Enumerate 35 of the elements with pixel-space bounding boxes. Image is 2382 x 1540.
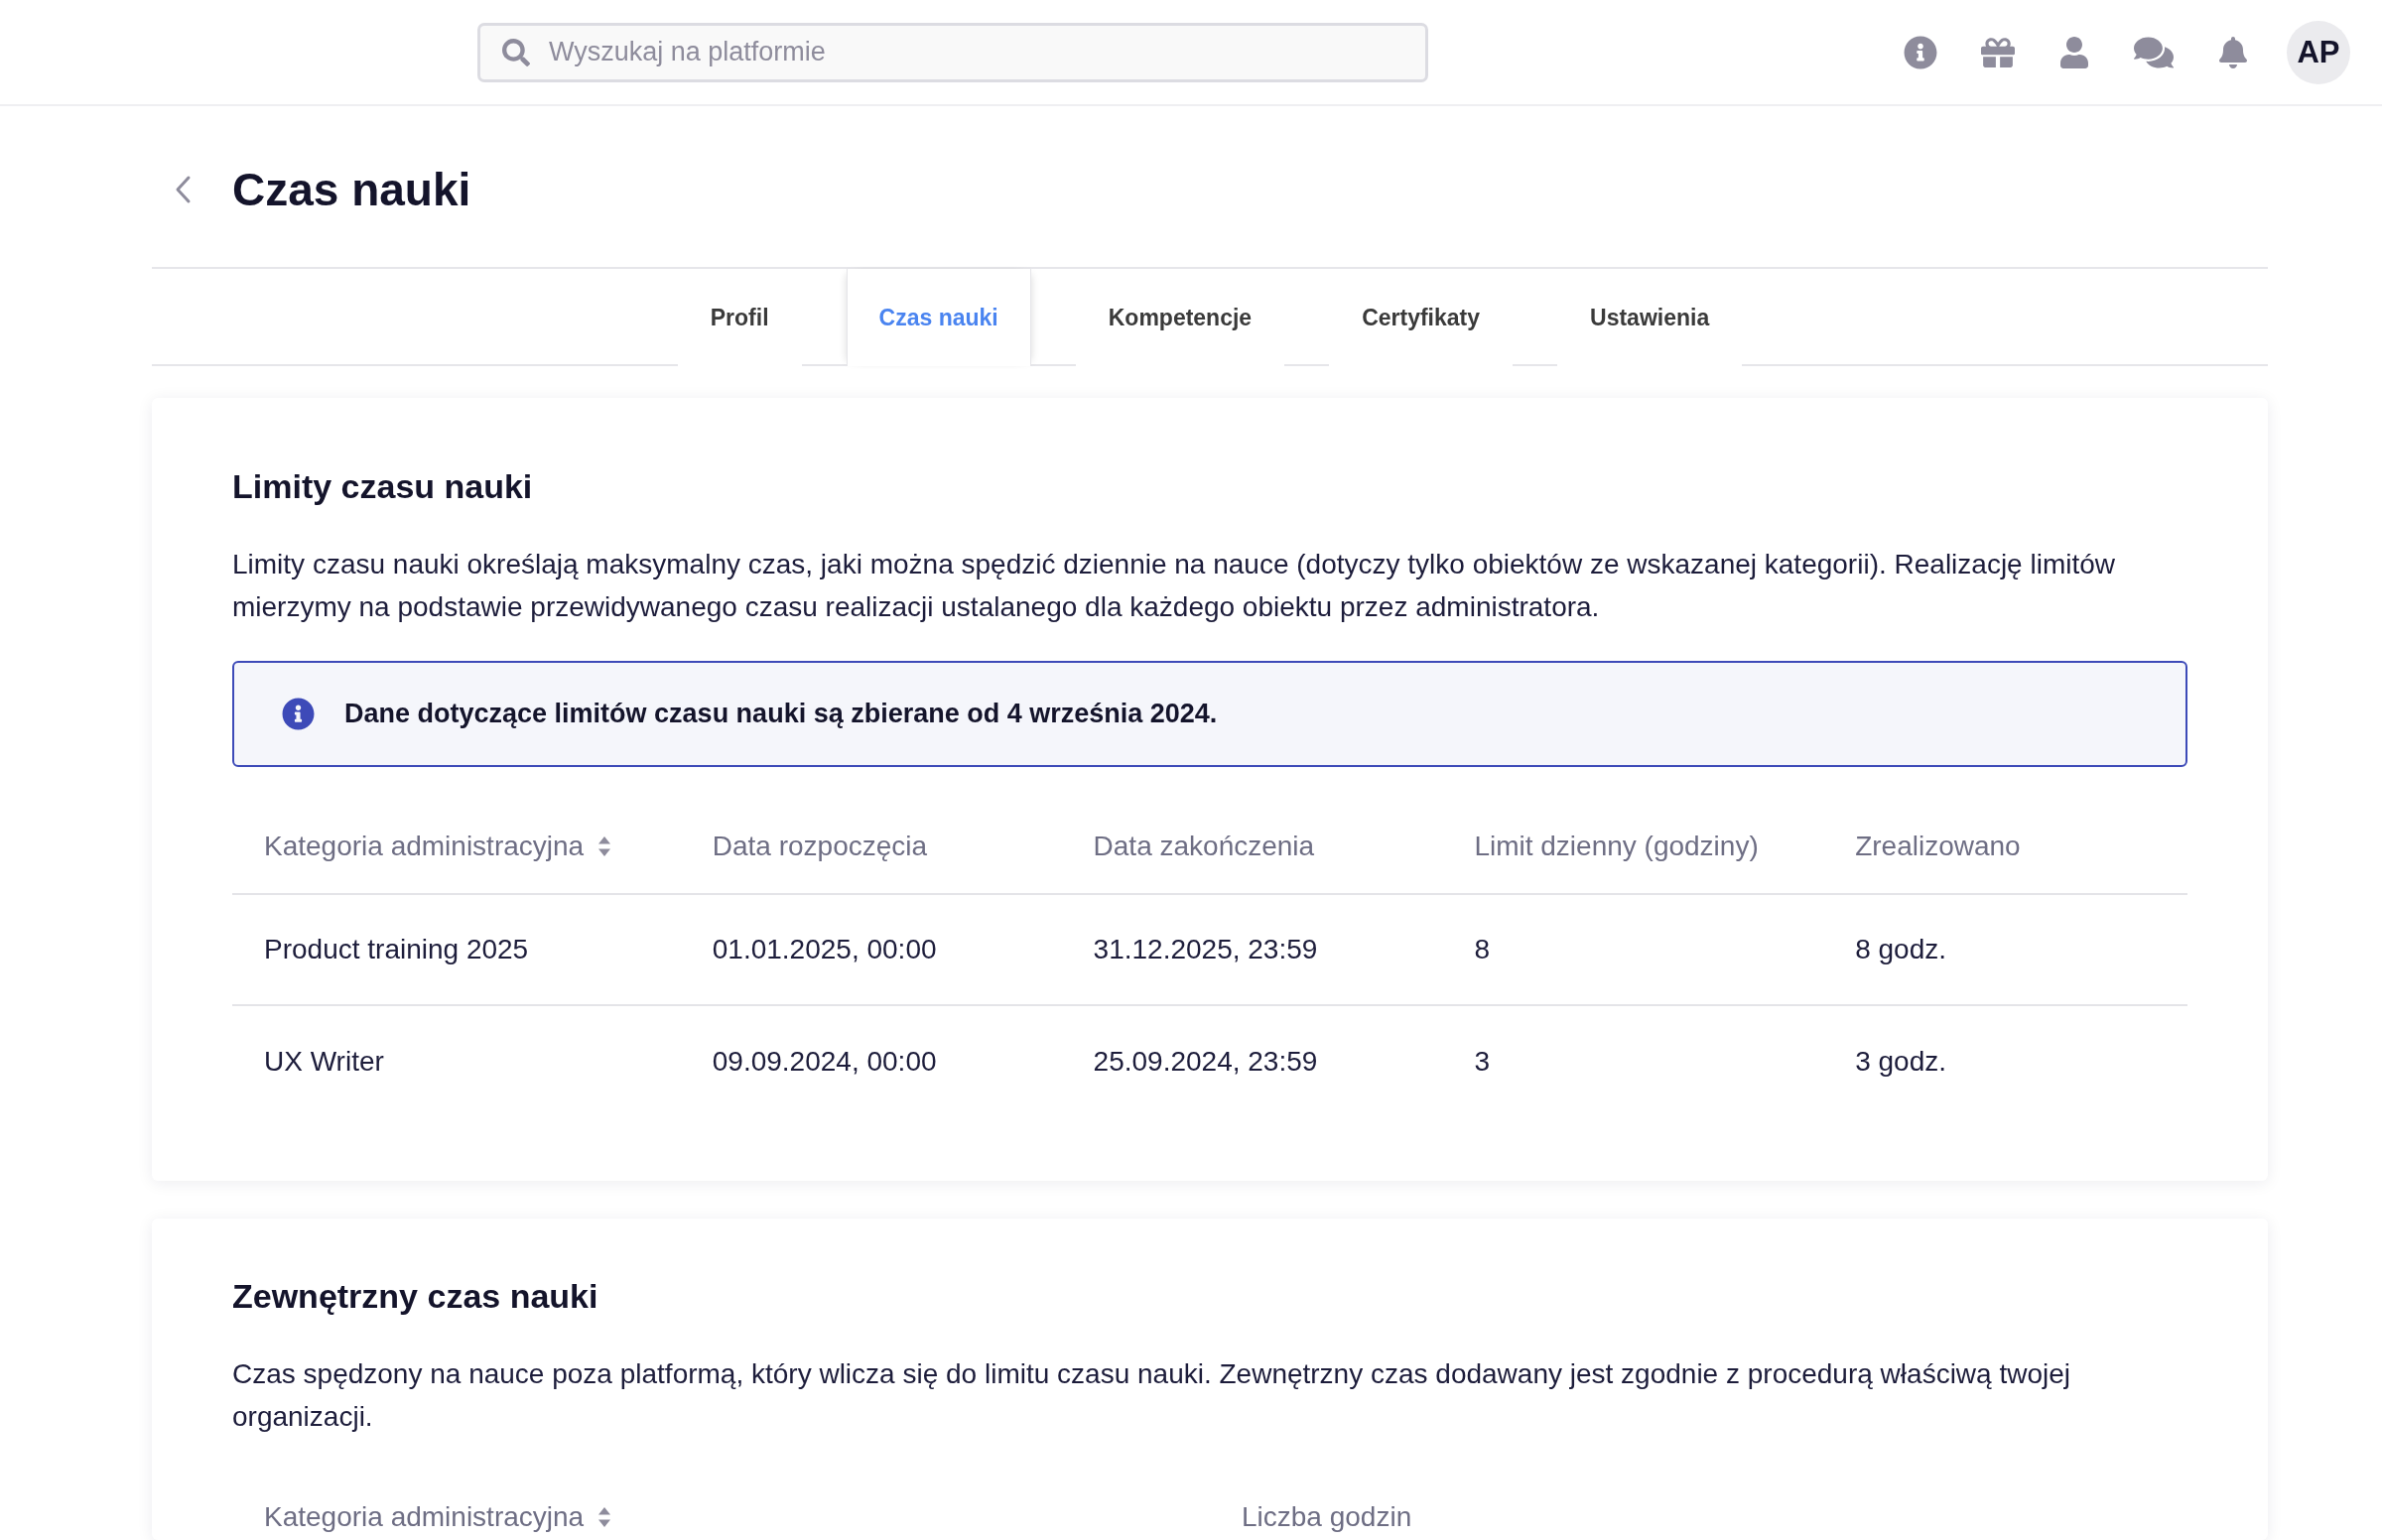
column-header: Data zakończenia xyxy=(1093,830,1315,862)
chevron-left-icon[interactable] xyxy=(174,175,192,204)
search-field[interactable]: Wyszukaj na platformie xyxy=(477,22,1428,82)
section-description: Limity czasu nauki określają maksymalny czas, jaki można spędzić dziennie na nauce (dotyczy tylko obiektów ze wskazanej kategorii). Realizację limitów mierzymy na podstawie przewidywanego czasu realizacji ustalanego dla każdego obiektu przez administratora. xyxy=(232,548,2117,624)
column-header: Kategoria administracyjna xyxy=(264,1500,585,1533)
table-cell: 31.12.2025, 23:59 xyxy=(1093,934,1318,964)
user-icon[interactable] xyxy=(2058,36,2090,68)
sort-icon[interactable] xyxy=(597,834,612,857)
search-icon xyxy=(502,38,530,66)
sort-icon[interactable] xyxy=(597,1505,612,1528)
table-cell: 01.01.2025, 00:00 xyxy=(712,934,937,964)
column-header: Zrealizowano xyxy=(1855,830,2021,862)
table-cell: 09.09.2024, 00:00 xyxy=(712,1046,937,1077)
user-avatar[interactable]: AP xyxy=(2287,20,2350,84)
table-cell: 8 xyxy=(1474,934,1490,964)
column-header: Liczba godzin xyxy=(1242,1500,1412,1533)
table-cell: 25.09.2024, 23:59 xyxy=(1093,1046,1318,1077)
tab[interactable]: Czas nauki xyxy=(846,269,1031,366)
table-cell: 3 xyxy=(1474,1046,1490,1077)
section-title: Limity czasu nauki xyxy=(232,466,534,506)
page-title: Czas nauki xyxy=(232,163,471,217)
info-icon xyxy=(282,698,315,730)
info-icon[interactable] xyxy=(1904,35,1937,69)
bell-icon[interactable] xyxy=(2217,36,2249,68)
table-cell: 8 godz. xyxy=(1855,934,1947,964)
section-title: Zewnętrzny czas nauki xyxy=(232,1276,599,1316)
gift-icon[interactable] xyxy=(1981,35,2015,69)
column-header: Kategoria administracyjna xyxy=(264,830,585,862)
table-cell: Product training 2025 xyxy=(264,934,529,964)
section-description: Czas spędzony na nauce poza platformą, który wlicza się do limitu czasu nauki. Zewnętrzny czas dodawany jest zgodnie z procedurą właściwą twojej organizacji. xyxy=(232,1357,2071,1434)
table-cell: 3 godz. xyxy=(1855,1046,1947,1077)
column-header: Data rozpoczęcia xyxy=(712,830,928,862)
notice-text: Dane dotyczące limitów czasu nauki są zbierane od 4 września 2024. xyxy=(344,699,1218,729)
table-cell: UX Writer xyxy=(264,1046,384,1077)
column-header: Limit dzienny (godziny) xyxy=(1474,830,1759,862)
